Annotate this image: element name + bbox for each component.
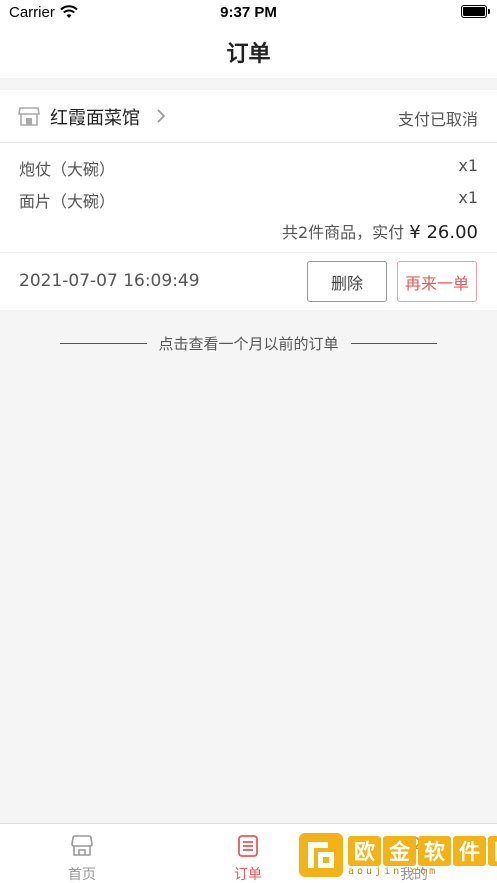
chevron-right-icon[interactable]	[156, 108, 166, 124]
reorder-button[interactable]: 再来一单	[397, 261, 477, 302]
watermark-url: aoujin.com	[348, 866, 439, 877]
order-price: ¥ 26.00	[409, 222, 478, 243]
watermark: 欧 金 软 件 园 aoujin.com	[296, 830, 497, 880]
shop-name[interactable]: 红霞面菜馆	[50, 104, 140, 130]
order-list-icon	[238, 835, 258, 857]
order-time: 2021-07-07 16:09:49	[19, 271, 200, 291]
watermark-char: 金	[383, 836, 416, 866]
page-title: 订单	[226, 42, 271, 67]
item-qty: x1	[458, 188, 478, 207]
item-name: 炮仗（大碗）	[19, 160, 116, 179]
watermark-logo-icon	[299, 833, 343, 877]
item-name: 面片（大碗）	[19, 192, 116, 211]
older-orders-link[interactable]: 点击查看一个月以前的订单	[60, 332, 438, 354]
tab-label: 订单	[234, 867, 262, 883]
item-qty: x1	[458, 156, 478, 175]
tab-home[interactable]: 首页	[42, 832, 122, 883]
watermark-char: 欧	[348, 836, 381, 866]
shop-icon	[18, 107, 40, 126]
status-bar: Carrier 9:37 PM	[0, 0, 497, 26]
order-actions: 2021-07-07 16:09:49 删除 再来一单	[0, 252, 497, 310]
clock: 9:37 PM	[220, 4, 277, 21]
watermark-text: 欧 金 软 件 园	[348, 836, 497, 866]
order-summary: 共2件商品，实付 ¥ 26.00	[282, 219, 478, 243]
divider	[60, 342, 147, 344]
watermark-char: 件	[453, 836, 486, 866]
order-status: 支付已取消	[397, 110, 478, 129]
shop-icon	[71, 835, 93, 856]
shop-row[interactable]: 红霞面菜馆 支付已取消	[0, 90, 497, 143]
tab-orders[interactable]: 订单	[208, 832, 288, 883]
summary-text: 共2件商品，实付	[282, 223, 405, 242]
order-card[interactable]: 红霞面菜馆 支付已取消 炮仗（大碗） x1 面片（大碗） x1 共2件商品，实付…	[0, 90, 497, 310]
older-orders-label[interactable]: 点击查看一个月以前的订单	[147, 333, 351, 354]
battery-icon	[461, 5, 490, 18]
delete-button[interactable]: 删除	[307, 261, 387, 302]
tab-label: 首页	[68, 867, 96, 883]
watermark-char: 园	[488, 836, 497, 866]
nav-bar: 订单	[0, 26, 497, 78]
watermark-char: 软	[418, 836, 451, 866]
divider	[350, 342, 438, 344]
